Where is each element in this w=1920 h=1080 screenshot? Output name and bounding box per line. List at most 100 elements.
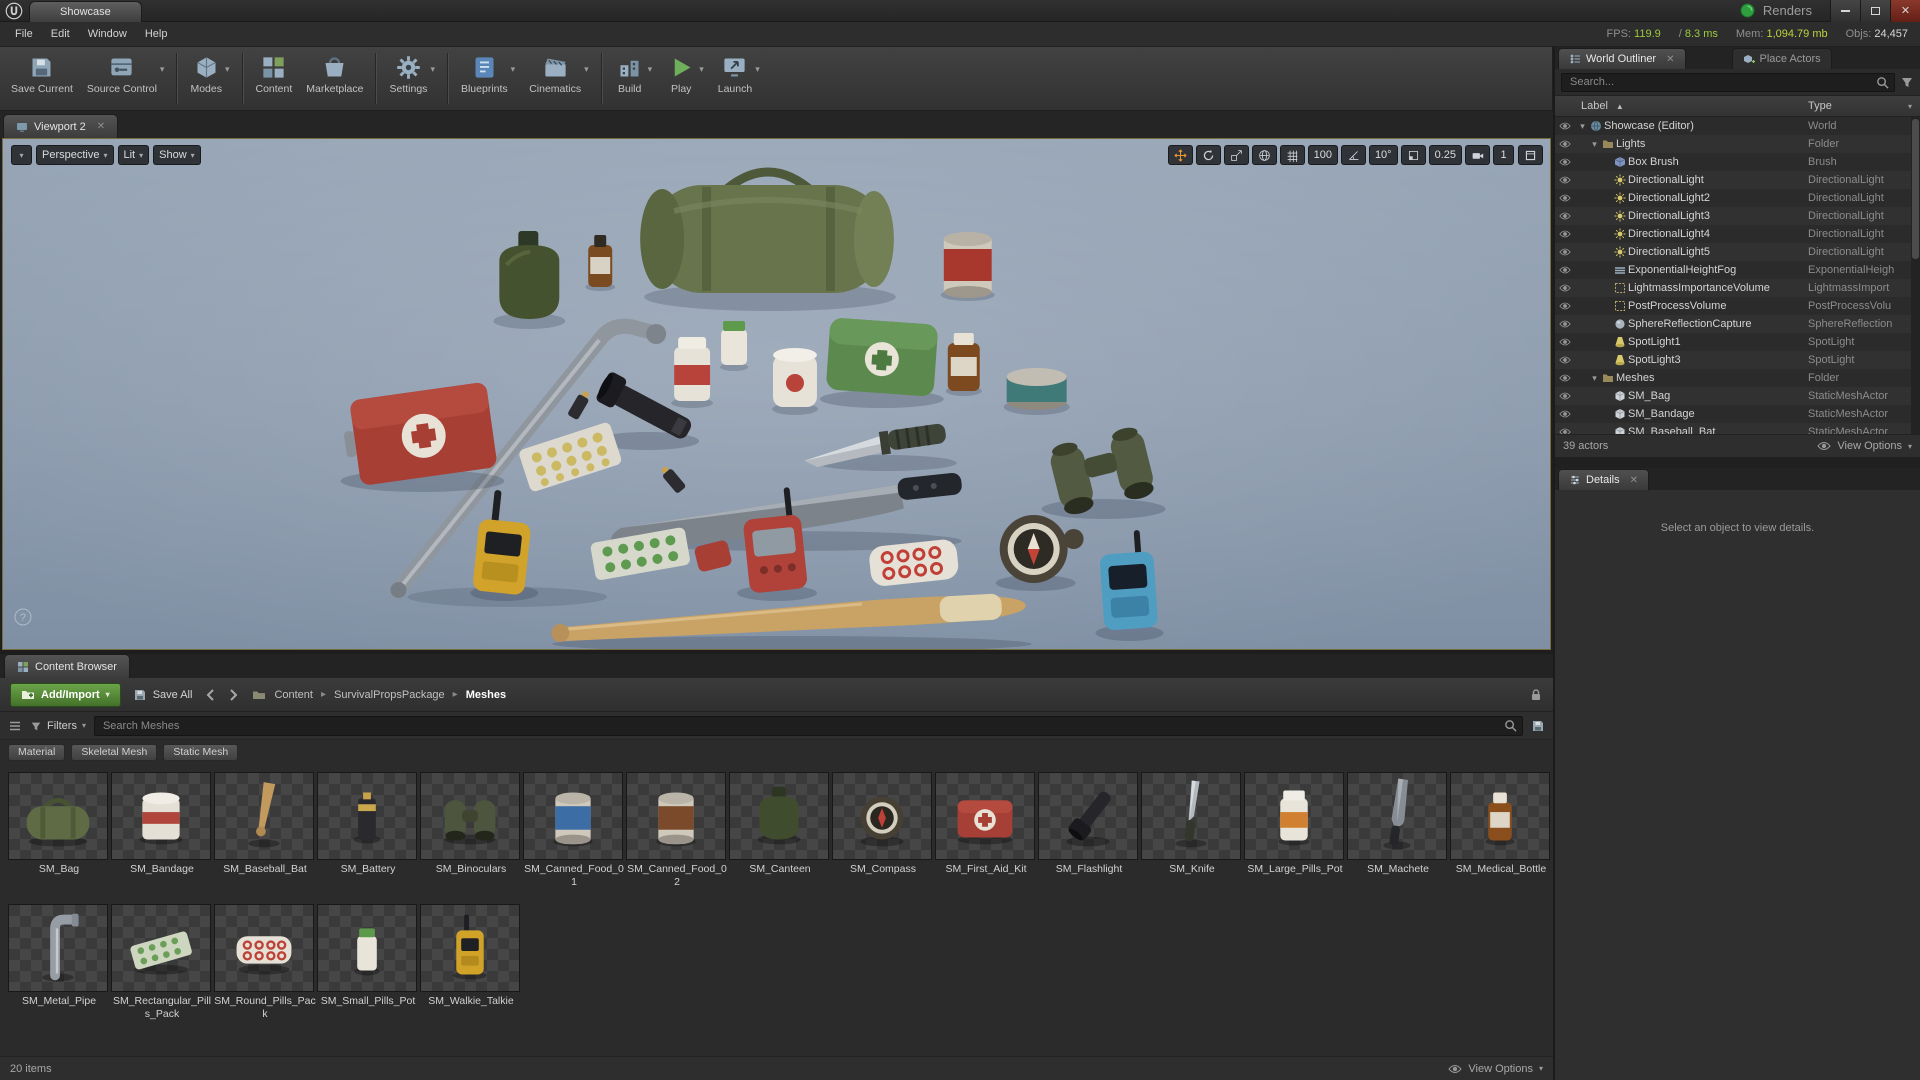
outliner-row-meshes[interactable]: ▾ Meshes Folder [1555,369,1920,387]
outliner-row-directionallight2[interactable]: DirectionalLight2 DirectionalLight [1555,189,1920,207]
scale-snap-toggle[interactable] [1400,145,1426,165]
visibility-eye-icon[interactable] [1555,336,1575,348]
expander-arrow-icon[interactable]: ▾ [1577,121,1588,132]
toolbar-content-button[interactable]: Content [249,47,300,110]
asset-sm-canned-food-01[interactable]: SM_Canned_Food_01 [523,772,625,888]
toolbar-save-current-button[interactable]: Save Current [4,47,80,110]
rotation-snap-toggle[interactable] [1340,145,1366,165]
outliner-row-spotlight3[interactable]: SpotLight3 SpotLight [1555,351,1920,369]
outliner-view-options-button[interactable]: View Options ▾ [1817,439,1912,453]
breadcrumb-meshes[interactable]: Meshes [466,689,506,701]
close-button[interactable]: ✕ [1890,0,1920,22]
toolbar-blueprints-button[interactable]: Blueprints ▾ [454,47,522,110]
tab-viewport-2[interactable]: Viewport 2 ✕ [3,114,119,138]
asset-sm-canteen[interactable]: SM_Canteen [729,772,831,888]
menu-window[interactable]: Window [79,23,136,45]
outliner-row-spherereflectioncapture[interactable]: SphereReflectionCapture SphereReflection [1555,315,1920,333]
tab-close-icon[interactable]: ✕ [97,121,105,132]
prop-pills-pot-small[interactable] [720,321,749,371]
asset-sm-baseball-bat[interactable]: SM_Baseball_Bat [214,772,316,888]
visibility-eye-icon[interactable] [1555,120,1575,132]
filter-chip-static-mesh[interactable]: Static Mesh [163,743,239,761]
outliner-scrollbar[interactable] [1911,117,1920,434]
camera-speed-value[interactable]: 1 [1493,145,1514,165]
outliner-row-box-brush[interactable]: Box Brush Brush [1555,153,1920,171]
toolbar-source-control-button[interactable]: Source Control ▾ [80,47,172,110]
move-tool-button[interactable] [1167,145,1193,165]
launcher-icon[interactable] [1740,3,1755,18]
tab-close-icon[interactable]: ✕ [1666,54,1674,65]
outliner-row-directionallight4[interactable]: DirectionalLight4 DirectionalLight [1555,225,1920,243]
sources-panel-icon[interactable] [8,719,22,733]
tab-content-browser[interactable]: Content Browser [4,654,130,678]
outliner-row-directionallight[interactable]: DirectionalLight DirectionalLight [1555,171,1920,189]
asset-sm-compass[interactable]: SM_Compass [832,772,934,888]
visibility-eye-icon[interactable] [1555,390,1575,402]
outliner-row-showcase-editor[interactable]: ▾ Showcase (Editor) World [1555,117,1920,135]
forward-button[interactable] [226,688,240,702]
tab-details[interactable]: Details ✕ [1558,469,1650,490]
expander-arrow-icon[interactable]: ▾ [1589,139,1600,150]
visibility-eye-icon[interactable] [1555,192,1575,204]
column-type[interactable]: Type [1808,100,1832,112]
grid-snap-toggle[interactable] [1279,145,1305,165]
prop-pills-pot-round[interactable] [772,348,818,415]
panel-splitter[interactable] [1555,457,1920,468]
viewport-panel[interactable]: ? ▾ Perspective ▾ Lit ▾ Show ▾ 100 10° 0.25… [2,138,1551,650]
toolbar-settings-button[interactable]: Settings ▾ [382,47,441,110]
prop-canned-food-flat[interactable] [1003,368,1070,415]
visibility-eye-icon[interactable] [1555,426,1575,434]
lit-button[interactable]: Lit ▾ [117,145,150,165]
visibility-eye-icon[interactable] [1555,282,1575,294]
toolbar-build-button[interactable]: Build ▾ [608,47,660,110]
show-button[interactable]: Show ▾ [153,145,201,165]
camera-speed-button[interactable] [1465,145,1490,165]
outliner-row-sm-bag[interactable]: SM_Bag StaticMeshActor [1555,387,1920,405]
outliner-row-directionallight3[interactable]: DirectionalLight3 DirectionalLight [1555,207,1920,225]
filter-chip-skeletal-mesh[interactable]: Skeletal Mesh [71,743,158,761]
asset-sm-flashlight[interactable]: SM_Flashlight [1038,772,1140,888]
outliner-row-spotlight1[interactable]: SpotLight1 SpotLight [1555,333,1920,351]
prop-duffel-bag[interactable] [640,167,896,311]
scale-snap-value[interactable]: 0.25 [1428,145,1462,165]
tab-world-outliner[interactable]: World Outliner ✕ [1558,48,1686,69]
rotate-tool-button[interactable] [1195,145,1221,165]
asset-sm-bag[interactable]: SM_Bag [8,772,110,888]
asset-sm-round-pills-pack[interactable]: SM_Round_Pills_Pack [214,904,316,1020]
back-button[interactable] [204,688,218,702]
save-search-icon[interactable] [1531,719,1545,733]
visibility-eye-icon[interactable] [1555,300,1575,312]
menu-file[interactable]: File [6,23,42,45]
outliner-row-exponentialheightfog[interactable]: ExponentialHeightFog ExponentialHeigh [1555,261,1920,279]
breadcrumb-content[interactable]: Content [274,689,313,701]
asset-sm-medical-bottle[interactable]: SM_Medical_Bottle [1450,772,1552,888]
column-label[interactable]: Label [1581,100,1608,112]
outliner-row-postprocessvolume[interactable]: PostProcessVolume PostProcessVolu [1555,297,1920,315]
visibility-eye-icon[interactable] [1555,264,1575,276]
asset-search-input[interactable] [93,715,1523,736]
asset-sm-small-pills-pot[interactable]: SM_Small_Pills_Pot [317,904,419,1020]
menu-edit[interactable]: Edit [42,23,79,45]
asset-sm-knife[interactable]: SM_Knife [1141,772,1243,888]
perspective-button[interactable]: Perspective ▾ [36,145,114,165]
prop-canned-food[interactable] [940,232,995,301]
outliner-row-lightmassimportancevolume[interactable]: LightmassImportanceVolume LightmassImport [1555,279,1920,297]
visibility-eye-icon[interactable] [1555,372,1575,384]
tab-place-actors[interactable]: Place Actors [1731,48,1832,69]
outliner-row-lights[interactable]: ▾ Lights Folder [1555,135,1920,153]
asset-sm-large-pills-pot[interactable]: SM_Large_Pills_Pot [1244,772,1346,888]
viewport-3d-scene[interactable]: ? [3,139,1550,649]
visibility-eye-icon[interactable] [1555,138,1575,150]
toolbar-cinematics-button[interactable]: Cinematics ▾ [522,47,595,110]
visibility-eye-icon[interactable] [1555,408,1575,420]
breadcrumb-survivalpropspackage[interactable]: SurvivalPropsPackage [334,689,445,701]
save-all-button[interactable]: Save All [133,688,192,702]
lock-icon[interactable] [1529,688,1543,702]
restore-button[interactable] [1860,0,1890,22]
toolbar-marketplace-button[interactable]: Marketplace [299,47,370,110]
visibility-eye-icon[interactable] [1555,318,1575,330]
asset-sm-metal-pipe[interactable]: SM_Metal_Pipe [8,904,110,1020]
visibility-eye-icon[interactable] [1555,174,1575,186]
prop-first-aid-kit-green[interactable] [826,317,939,397]
asset-sm-bandage[interactable]: SM_Bandage [111,772,213,888]
